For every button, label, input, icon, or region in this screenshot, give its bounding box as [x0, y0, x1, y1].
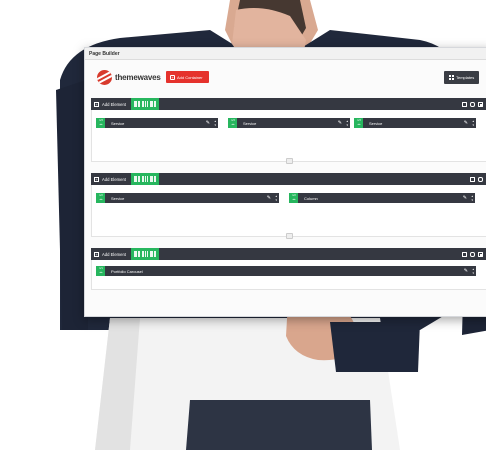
resize-icon[interactable]: ◂ ▸ — [97, 198, 105, 201]
layout-three-columns-icon[interactable] — [141, 251, 148, 257]
add-element-label: Add Element — [102, 101, 126, 107]
layout-two-columns-icon[interactable] — [133, 101, 140, 107]
element-label: Service — [111, 120, 125, 126]
link-icon[interactable] — [470, 101, 475, 107]
section-body: 1/3 ◂ ▸ Service ✎ ▴ ▾ 1/3 ◂ ▸ Service ✎ ▴… — [91, 110, 486, 164]
edit-section-icon[interactable] — [462, 251, 467, 257]
layout-two-columns-icon[interactable] — [149, 176, 156, 182]
link-icon[interactable] — [470, 251, 475, 257]
board-body: themewaves + Add Container Templates + A… — [85, 60, 486, 316]
container-section-1: + Add Element 1/3 ◂ ▸ Service ✎ ▴ ▾ 1/3 … — [91, 98, 486, 164]
layout-two-columns-icon[interactable] — [133, 251, 140, 257]
layout-three-columns-icon[interactable] — [141, 176, 148, 182]
container-section-2: + Add Element 1/2 ◂ ▸ Service ✎ ▴ ▾ 1/2 … — [91, 173, 486, 239]
resize-icon[interactable]: ◂ ▸ — [355, 123, 363, 126]
page-builder-board: Page Builder themewaves + Add Container … — [84, 47, 486, 317]
up-down-arrows-icon[interactable]: ▴ ▾ — [346, 119, 348, 127]
resize-icon[interactable]: ◂ ▸ — [97, 123, 105, 126]
board-title: Page Builder — [85, 48, 486, 60]
edit-section-icon[interactable] — [462, 101, 467, 107]
element-label: Portfolio Carousel — [111, 268, 143, 274]
section-body: 1/1 ◂ ▸ Portfolio Carousel ✎ ▴ ▾ — [91, 260, 486, 290]
link-icon[interactable] — [478, 176, 483, 182]
resize-icon[interactable]: ◂ ▸ — [229, 123, 237, 126]
section-resize-handle[interactable] — [285, 158, 293, 164]
resize-icon[interactable]: ◂ ▸ — [97, 271, 105, 274]
logo-name: themewaves — [115, 72, 161, 82]
up-down-arrows-icon[interactable]: ▴ ▾ — [214, 119, 216, 127]
edit-section-icon[interactable] — [470, 176, 475, 182]
element-label: Service — [369, 120, 383, 126]
templates-label: Templates — [456, 75, 475, 80]
layout-picker — [130, 98, 159, 110]
element-block[interactable]: 1/2 ◂ ▸ Column ✎ ▴ ▾ — [289, 193, 475, 203]
layout-two-columns-icon[interactable] — [149, 251, 156, 257]
element-block[interactable]: 1/1 ◂ ▸ Portfolio Carousel ✎ ▴ ▾ — [96, 266, 476, 276]
pencil-icon[interactable]: ✎ — [464, 120, 468, 126]
element-size: 1/3 — [99, 118, 103, 122]
add-element-label: Add Element — [102, 176, 126, 182]
pencil-icon[interactable]: ✎ — [464, 268, 468, 274]
element-block[interactable]: 1/3 ◂ ▸ Service ✎ ▴ ▾ — [228, 118, 350, 128]
section-body: 1/2 ◂ ▸ Service ✎ ▴ ▾ 1/2 ◂ ▸ Column ✎ ▴ ▾ — [91, 185, 486, 239]
section-toolbar: + Add Element — [91, 173, 486, 185]
element-label: Service — [111, 195, 125, 201]
layout-three-columns-icon[interactable] — [141, 101, 148, 107]
grid-icon — [449, 75, 454, 80]
element-size: 1/3 — [231, 118, 235, 122]
up-down-arrows-icon[interactable]: ▴ ▾ — [472, 119, 474, 127]
add-container-button[interactable]: + Add Container — [166, 71, 209, 83]
section-toolbar: + Add Element — [91, 248, 486, 260]
templates-button[interactable]: Templates — [444, 71, 479, 84]
element-label: Column — [304, 195, 318, 201]
element-size: 1/3 — [357, 118, 361, 122]
pencil-icon[interactable]: ✎ — [338, 120, 342, 126]
logo-mark-icon — [97, 70, 112, 85]
add-element-label: Add Element — [102, 251, 126, 257]
layout-picker — [130, 173, 159, 185]
add-container-label: Add Container — [177, 74, 203, 80]
element-size: 1/2 — [292, 193, 296, 197]
element-size: 1/2 — [99, 193, 103, 197]
add-element-button[interactable]: + Add Element — [91, 173, 131, 185]
element-block[interactable]: 1/2 ◂ ▸ Service ✎ ▴ ▾ — [96, 193, 279, 203]
plus-icon: + — [94, 251, 99, 257]
add-element-button[interactable]: + Add Element — [91, 98, 131, 110]
pencil-icon[interactable]: ✎ — [463, 195, 467, 201]
up-down-arrows-icon[interactable]: ▴ ▾ — [472, 267, 474, 275]
themewaves-logo: themewaves — [97, 70, 161, 85]
element-size: 1/1 — [99, 266, 103, 270]
plus-icon: + — [94, 101, 99, 107]
delete-section-icon[interactable] — [478, 251, 483, 257]
container-section-3: + Add Element 1/1 ◂ ▸ Portfolio Carousel… — [91, 248, 486, 290]
up-down-arrows-icon[interactable]: ▴ ▾ — [471, 194, 473, 202]
add-element-button[interactable]: + Add Element — [91, 248, 131, 260]
layout-picker — [130, 248, 159, 260]
plus-icon: + — [94, 176, 99, 182]
element-block[interactable]: 1/3 ◂ ▸ Service ✎ ▴ ▾ — [354, 118, 476, 128]
layout-two-columns-icon[interactable] — [149, 101, 156, 107]
element-block[interactable]: 1/3 ◂ ▸ Service ✎ ▴ ▾ — [96, 118, 218, 128]
pencil-icon[interactable]: ✎ — [206, 120, 210, 126]
delete-section-icon[interactable] — [478, 101, 483, 107]
layout-two-columns-icon[interactable] — [133, 176, 140, 182]
pencil-icon[interactable]: ✎ — [267, 195, 271, 201]
resize-icon[interactable]: ◂ ▸ — [290, 198, 298, 201]
section-toolbar: + Add Element — [91, 98, 486, 110]
up-down-arrows-icon[interactable]: ▴ ▾ — [275, 194, 277, 202]
element-label: Service — [243, 120, 257, 126]
plus-icon: + — [170, 74, 175, 80]
section-resize-handle[interactable] — [285, 233, 293, 239]
